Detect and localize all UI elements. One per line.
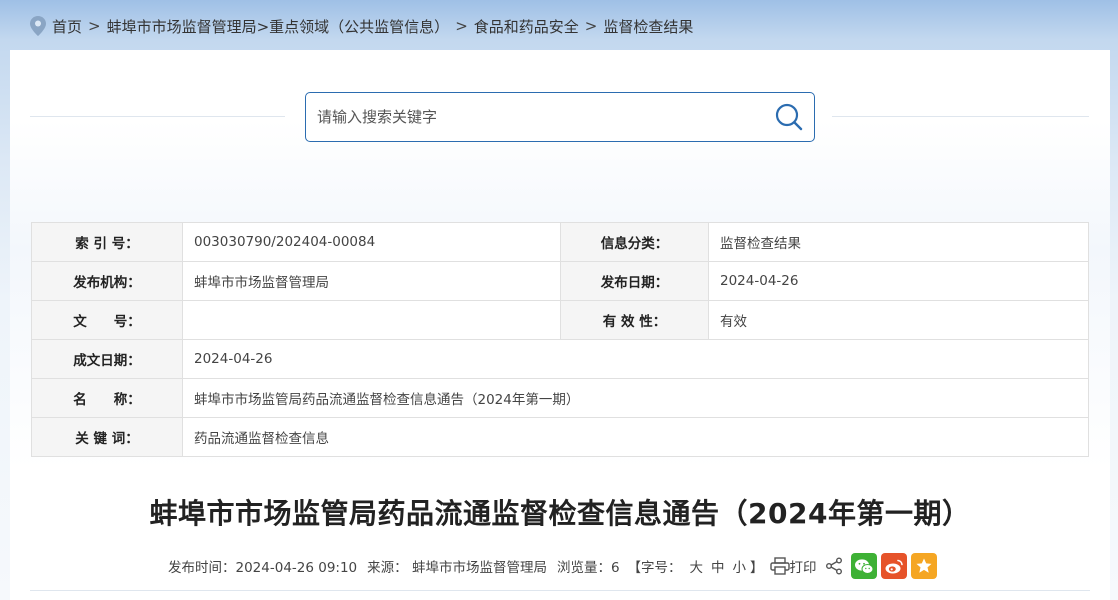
keywords-value: 药品流通监督检查信息 xyxy=(182,417,1089,457)
table-row: 索 引 号： 003030790/202404-00084 信息分类： 监督检查… xyxy=(31,222,1089,262)
breadcrumb: 首页 > 蚌埠市市场监督管理局 >重点领域（公共监管信息） > 食品和药品安全 … xyxy=(30,13,693,39)
validity-value: 有效 xyxy=(708,300,1089,340)
breadcrumb-current-link[interactable]: 监督检查结果 xyxy=(603,16,693,37)
weibo-share-button[interactable] xyxy=(880,553,907,579)
validity-label: 有 效 性： xyxy=(560,300,709,340)
source: 来源： 蚌埠市市场监督管理局 xyxy=(367,560,547,576)
table-row: 关 键 词： 药品流通监督检查信息 xyxy=(31,417,1089,457)
search-icon xyxy=(775,103,803,131)
font-large-button[interactable]: 大 xyxy=(690,556,704,576)
print-button[interactable]: 打印 xyxy=(769,556,817,576)
info-table: 索 引 号： 003030790/202404-00084 信息分类： 监督检查… xyxy=(31,222,1089,457)
docno-label: 文 号： xyxy=(31,300,183,340)
breadcrumb-separator: > xyxy=(455,17,468,35)
index-label: 索 引 号： xyxy=(31,222,183,262)
breadcrumb-food-drug-link[interactable]: 食品和药品安全 xyxy=(474,16,579,37)
org-value: 蚌埠市市场监督管理局 xyxy=(182,261,561,301)
print-icon xyxy=(769,557,790,575)
breadcrumb-key-area-link[interactable]: >重点领域（公共监管信息） xyxy=(257,16,450,37)
pubdate-label: 发布日期： xyxy=(560,261,709,301)
fontsize-label-close: 】 xyxy=(750,560,764,576)
org-label: 发布机构： xyxy=(31,261,183,301)
star-icon xyxy=(916,558,932,573)
divider-left xyxy=(30,116,285,117)
content-panel: 索 引 号： 003030790/202404-00084 信息分类： 监督检查… xyxy=(10,50,1110,600)
divider-right xyxy=(832,116,1089,117)
created-value: 2024-04-26 xyxy=(182,339,1089,379)
docno-value xyxy=(182,300,561,340)
publish-time: 发布时间：2024-04-26 09:10 xyxy=(168,560,358,576)
font-small-button[interactable]: 小 xyxy=(733,556,747,576)
print-label: 打印 xyxy=(789,560,817,576)
category-label: 信息分类： xyxy=(560,222,709,262)
share-button[interactable] xyxy=(825,557,843,575)
breadcrumb-home-link[interactable]: 首页 xyxy=(52,16,82,37)
table-row: 成文日期： 2024-04-26 xyxy=(31,339,1089,379)
view-count: 浏览量：6 xyxy=(556,560,620,576)
weibo-icon xyxy=(885,559,903,573)
search-button[interactable] xyxy=(764,93,814,141)
name-value: 蚌埠市市场监管局药品流通监督检查信息通告（2024年第一期） xyxy=(182,378,1089,418)
pubdate-value: 2024-04-26 xyxy=(708,261,1089,301)
font-medium-button[interactable]: 中 xyxy=(711,556,725,576)
wechat-share-button[interactable] xyxy=(850,553,877,579)
favorite-button[interactable] xyxy=(910,553,937,579)
search-input[interactable] xyxy=(306,93,764,141)
breadcrumb-bureau-link[interactable]: 蚌埠市市场监督管理局 xyxy=(107,16,257,37)
name-label: 名 称： xyxy=(31,378,183,418)
article-meta: 发布时间：2024-04-26 09:10 来源： 蚌埠市市场监督管理局 浏览量… xyxy=(168,553,937,579)
table-row: 文 号： 有 效 性： 有效 xyxy=(31,300,1089,340)
search-box xyxy=(305,92,815,142)
wechat-icon xyxy=(854,558,874,574)
breadcrumb-separator: > xyxy=(584,17,598,35)
article-title: 蚌埠市市场监管局药品流通监督检查信息通告（2024年第一期） xyxy=(149,497,971,530)
share-icon xyxy=(825,557,842,575)
index-value: 003030790/202404-00084 xyxy=(182,222,561,262)
table-row: 发布机构： 蚌埠市市场监督管理局 发布日期： 2024-04-26 xyxy=(31,261,1089,301)
breadcrumb-separator: > xyxy=(88,17,101,35)
keywords-label: 关 键 词： xyxy=(31,417,183,457)
created-label: 成文日期： xyxy=(31,339,183,379)
location-pin-icon xyxy=(30,16,46,36)
table-row: 名 称： 蚌埠市市场监管局药品流通监督检查信息通告（2024年第一期） xyxy=(31,378,1089,418)
category-value: 监督检查结果 xyxy=(708,222,1089,262)
divider-bottom xyxy=(30,590,1090,591)
fontsize-label-open: 【字号： xyxy=(627,560,682,576)
